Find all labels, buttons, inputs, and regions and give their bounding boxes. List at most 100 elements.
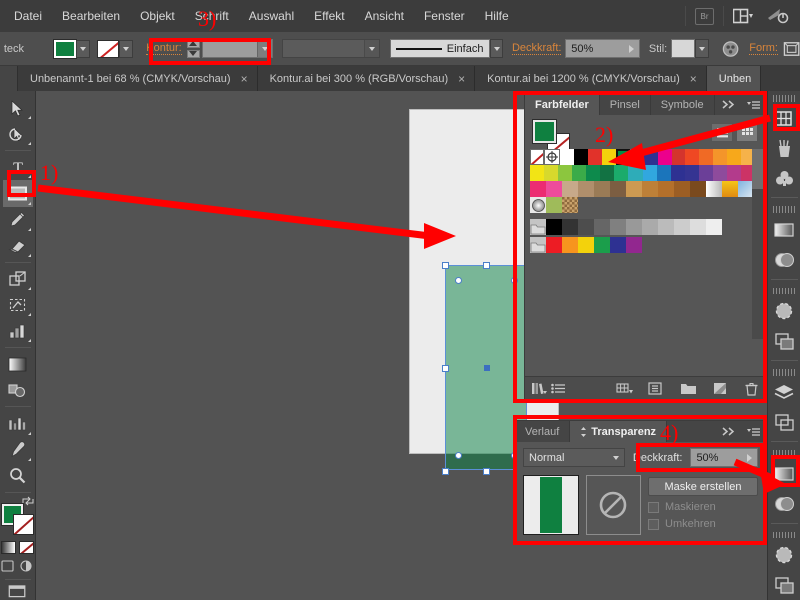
tool-zoom[interactable]	[3, 463, 33, 489]
tool-graph[interactable]	[3, 410, 33, 436]
tool-blend[interactable]	[3, 377, 33, 403]
dock-grip-6[interactable]	[773, 531, 795, 539]
invert-checkbox-row[interactable]: Umkehren	[648, 518, 758, 530]
stroke-profile-combo[interactable]	[282, 39, 381, 58]
menu-item-datei[interactable]: Datei	[0, 0, 52, 32]
swatch-gray-10[interactable]	[706, 219, 722, 235]
tool-shape-builder[interactable]	[3, 292, 33, 318]
tool-selection[interactable]	[3, 95, 33, 121]
swatch-libraries-icon[interactable]	[531, 380, 548, 398]
swatch-gray-9[interactable]	[690, 219, 706, 235]
swatch-yellow[interactable]	[601, 149, 616, 165]
swatch-black[interactable]	[574, 149, 589, 165]
swatch-white[interactable]	[560, 149, 575, 165]
tool-column-graph[interactable]	[3, 318, 33, 344]
appearance-panel-icon[interactable]	[771, 298, 798, 324]
stroke-dropdown-arrow[interactable]	[118, 39, 133, 58]
graphic-styles-panel-icon-2[interactable]	[771, 572, 798, 598]
tool-free-transform[interactable]	[3, 266, 33, 292]
swatch-orange[interactable]	[699, 149, 714, 165]
swatch-gray-3[interactable]	[594, 219, 610, 235]
swatch-bright-green[interactable]	[594, 237, 610, 253]
tab-transparenz[interactable]: Transparenz	[570, 421, 668, 442]
bridge-button[interactable]: Br	[688, 0, 721, 32]
swatches-panel[interactable]: Farbfelder Pinsel Symbole	[524, 93, 767, 401]
swatches-panel-icon[interactable]	[771, 106, 798, 132]
stroke-weight-arrow[interactable]	[256, 40, 272, 57]
stroke-style-arrow[interactable]	[489, 39, 504, 58]
opacity-popup-arrow[interactable]	[624, 40, 639, 57]
grid-view-icon[interactable]	[736, 123, 758, 142]
stroke-weight-combo[interactable]	[201, 39, 273, 58]
document-tab-2[interactable]: Kontur.ai bei 300 % (RGB/Vorschau) ×	[257, 66, 476, 91]
swatch-pattern-dots[interactable]	[562, 197, 578, 213]
stroke-weight-stepper[interactable]	[186, 39, 200, 58]
menu-item-auswahl[interactable]: Auswahl	[239, 0, 304, 32]
document-tab-3[interactable]: Kontur.ai bei 1200 % (CMYK/Vorschau) ×	[475, 66, 707, 91]
stepper-down[interactable]	[186, 49, 200, 58]
swatch-r2-c11[interactable]	[670, 165, 685, 181]
shape-options-icon[interactable]	[783, 40, 800, 58]
dock-grip-2[interactable]	[773, 206, 795, 213]
corner-widget-tl[interactable]	[455, 277, 462, 284]
graphic-style-swatch[interactable]	[671, 39, 696, 58]
swatch-r2-c10[interactable]	[656, 165, 671, 181]
swatch-cyan[interactable]	[629, 149, 644, 165]
document-tab-1-close[interactable]: ×	[241, 72, 248, 86]
dock-grip-4[interactable]	[773, 368, 795, 376]
swatch-r3-c11[interactable]	[690, 181, 706, 197]
swatch-gray-8[interactable]	[674, 219, 690, 235]
swatches-scrollbar-thumb[interactable]	[752, 149, 763, 189]
stroke-indicator-swatch[interactable]	[12, 513, 34, 535]
corner-widget-bl[interactable]	[455, 452, 462, 459]
swatch-red2[interactable]	[671, 149, 686, 165]
document-tab-2-close[interactable]: ×	[458, 72, 465, 86]
swatch-pattern-leaf[interactable]	[546, 197, 562, 213]
artboards-panel-icon[interactable]	[771, 409, 798, 435]
collapse-panel-icon[interactable]	[717, 94, 741, 115]
swatch-options-icon[interactable]	[646, 380, 663, 398]
menu-item-bearbeiten[interactable]: Bearbeiten	[52, 0, 130, 32]
fill-color-swatch[interactable]	[52, 38, 77, 59]
none-swatch-button[interactable]	[19, 540, 34, 554]
handle-bc[interactable]	[483, 468, 490, 475]
document-tab-3-close[interactable]: ×	[690, 72, 697, 86]
graphic-style-arrow[interactable]	[695, 39, 710, 58]
swatch-r2-c8[interactable]	[628, 165, 643, 181]
clip-checkbox[interactable]	[648, 501, 659, 513]
tool-rectangle[interactable]	[2, 180, 33, 207]
swatch-r3-c10[interactable]	[674, 181, 690, 197]
new-folder-icon[interactable]	[680, 380, 697, 398]
swatch-amber[interactable]	[727, 149, 742, 165]
swatch-gray-0[interactable]	[546, 219, 562, 235]
swatch-r3-gradient-white[interactable]	[706, 181, 722, 197]
swatch-gray-5[interactable]	[626, 219, 642, 235]
swatch-bright-red[interactable]	[546, 237, 562, 253]
opacity-input[interactable]: 50%	[565, 39, 641, 58]
swatch-gray-2[interactable]	[578, 219, 594, 235]
tool-eyedropper[interactable]	[3, 437, 33, 463]
tool-gradient[interactable]	[3, 351, 33, 377]
swatch-r2-c5[interactable]	[586, 165, 601, 181]
menu-item-fenster[interactable]: Fenster	[414, 0, 475, 32]
tab-pinsel[interactable]: Pinsel	[600, 94, 651, 115]
swatch-r2-c1[interactable]	[530, 165, 545, 181]
graphic-styles-panel-icon[interactable]	[771, 328, 798, 354]
handle-tc[interactable]	[483, 262, 490, 269]
tab-verlauf[interactable]: Verlauf	[515, 421, 571, 442]
swatch-green-selected[interactable]	[615, 149, 630, 165]
shape-options-label[interactable]: Form:	[749, 42, 778, 55]
menu-item-objekt[interactable]: Objekt	[130, 0, 185, 32]
swatch-magenta[interactable]	[657, 149, 672, 165]
handle-bl[interactable]	[442, 468, 449, 475]
menu-item-effekt[interactable]: Effekt	[304, 0, 354, 32]
swatch-r2-c2[interactable]	[544, 165, 559, 181]
normal-drawing-mode-icon[interactable]	[1, 559, 16, 573]
swatch-r3-gradient-yellow[interactable]	[722, 181, 738, 197]
blend-mode-arrow[interactable]	[608, 449, 624, 466]
swatch-r3-c3[interactable]	[562, 181, 578, 197]
panel-fill-swatch[interactable]	[532, 119, 557, 144]
swatch-gray-1[interactable]	[562, 219, 578, 235]
fill-stroke-indicator[interactable]	[0, 496, 34, 535]
opacity-label[interactable]: Deckkraft:	[511, 42, 562, 55]
